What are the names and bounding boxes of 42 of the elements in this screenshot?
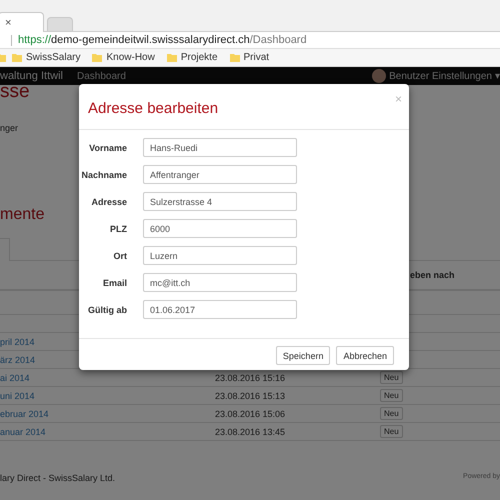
- dialog-button[interactable]: Speichern: [276, 346, 330, 365]
- folder-icon: [166, 53, 177, 62]
- table-cell-text: 23.08.2016 15:06: [215, 408, 286, 418]
- section-heading: mente: [0, 205, 44, 225]
- input-field[interactable]: Affentranger: [143, 165, 297, 184]
- field-label: PLZ: [109, 224, 127, 234]
- folder-icon: [230, 53, 240, 62]
- field-label: Adresse: [90, 196, 127, 206]
- field-label: Gültig ab: [87, 304, 127, 314]
- input-field[interactable]: mc@itt.ch: [143, 273, 297, 292]
- brand-link[interactable]: waltung Ittwil: [0, 70, 63, 82]
- bookmark-link[interactable]: Know-How: [106, 52, 155, 63]
- bookmark-link[interactable]: Projekte: [180, 52, 218, 63]
- folder-icon: [92, 53, 102, 62]
- table-cell-text: 23.08.2016 13:45: [215, 426, 286, 436]
- browser-tab[interactable]: [47, 17, 73, 31]
- status-badge: Neu: [380, 389, 403, 402]
- status-badge: Neu: [380, 371, 403, 384]
- input-field[interactable]: 01.06.2017: [143, 300, 297, 319]
- detail-text: nger: [0, 123, 18, 135]
- status-badge: Neu: [380, 425, 403, 438]
- table-cell-text: 23.08.2016 15:13: [215, 390, 286, 400]
- input-field[interactable]: Luzern: [143, 246, 297, 265]
- field-label: Nachname: [80, 170, 127, 180]
- footer-text: lary Direct - SwissSalary Ltd.: [0, 473, 116, 483]
- browser-tab[interactable]: ×: [0, 12, 44, 32]
- field-label: Email: [102, 278, 127, 288]
- page-heading: sse: [0, 81, 30, 103]
- avatar-icon: [372, 69, 386, 83]
- column-header: eben nach: [410, 270, 455, 280]
- url-text[interactable]: https://demo-gemeindeitwil.swisssalarydirect.ch/Dashboard: [18, 34, 307, 46]
- input-field[interactable]: 6000: [143, 219, 297, 238]
- table-cell-text: 23.08.2016 15:16: [215, 372, 286, 382]
- bookmark-link[interactable]: Privat: [244, 52, 270, 63]
- input-field[interactable]: Sulzerstrasse 4: [143, 192, 297, 211]
- dialog-title: Adresse bearbeiten: [88, 100, 218, 117]
- dialog-button[interactable]: Abbrechen: [336, 346, 394, 365]
- field-label: Ort: [112, 250, 127, 260]
- field-label: Vorname: [88, 142, 127, 152]
- bookmark-link[interactable]: SwissSalary: [26, 52, 80, 63]
- status-badge: Neu: [380, 407, 403, 420]
- input-field[interactable]: Hans-Ruedi: [143, 138, 297, 157]
